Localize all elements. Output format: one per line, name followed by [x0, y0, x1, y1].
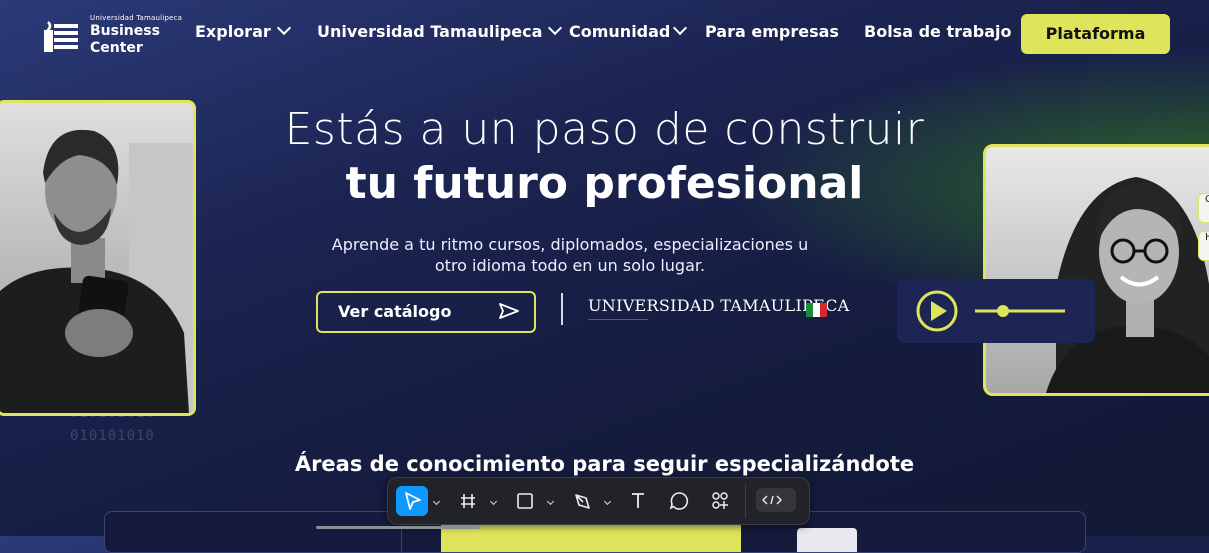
pen-tool[interactable] — [568, 486, 596, 516]
scroll-indicator — [316, 526, 480, 529]
send-icon — [499, 303, 519, 319]
text-tool[interactable] — [624, 486, 652, 516]
top-navigation: Universidad Tamaulipeca Business Center … — [0, 0, 1209, 66]
chevron-down-icon[interactable] — [603, 497, 612, 506]
hero-subtitle: Aprende a tu ritmo cursos, diplomados, e… — [300, 234, 840, 276]
comment-tool[interactable] — [665, 486, 693, 516]
cursor-icon — [405, 492, 421, 510]
university-name: UNIVERSIDAD TAMAULIPECA — [588, 296, 850, 315]
mexico-flag-icon — [806, 303, 827, 317]
rectangle-icon — [517, 493, 533, 509]
video-player-widget[interactable] — [897, 279, 1095, 343]
vertical-divider — [561, 293, 563, 325]
area-card-thumbnail — [797, 528, 857, 552]
toolbar-divider — [745, 484, 746, 518]
components-tool[interactable] — [706, 486, 734, 516]
chevron-down-icon — [548, 20, 563, 36]
code-icon — [762, 495, 782, 505]
progress-handle — [997, 305, 1009, 317]
pen-icon — [575, 494, 590, 509]
university-logo-icon — [44, 21, 78, 52]
chevron-down-icon — [673, 20, 688, 36]
nav-bolsa-de-trabajo[interactable]: Bolsa de trabajo — [864, 22, 1012, 41]
nav-para-empresas-label: Para empresas — [705, 22, 839, 41]
university-tagline: ───────────────────────── — [588, 317, 649, 322]
nav-comunidad[interactable]: Comunidad — [569, 20, 688, 41]
hero-subtitle-line-2: otro idioma todo en un solo lugar. — [434, 256, 706, 275]
business-center-logo[interactable]: Universidad Tamaulipeca Business Center — [42, 14, 182, 58]
ver-catalogo-label: Ver catálogo — [338, 302, 452, 321]
components-icon — [712, 492, 728, 509]
play-icon — [931, 301, 947, 321]
nav-comunidad-label: Comunidad — [569, 22, 671, 41]
chevron-down-icon[interactable] — [489, 497, 498, 506]
nav-universidad-label: Universidad Tamaulipeca — [317, 22, 543, 41]
logo-small-text: Universidad Tamaulipeca — [90, 14, 183, 22]
logo-name: Business Center — [90, 23, 160, 56]
hero-subtitle-line-1: Aprende a tu ritmo cursos, diplomados, e… — [331, 235, 809, 254]
nav-explorar[interactable]: Explorar — [195, 20, 291, 41]
hero-title-line-1: Estás a un paso de construir — [284, 104, 925, 155]
frame-tool[interactable] — [454, 486, 482, 516]
area-card[interactable] — [105, 512, 402, 552]
hero-title-line-2: tu futuro profesional — [345, 158, 864, 209]
nav-bolsa-label: Bolsa de trabajo — [864, 22, 1012, 41]
comment-icon — [669, 492, 689, 510]
text-icon — [632, 493, 644, 508]
nav-para-empresas[interactable]: Para empresas — [705, 22, 839, 41]
chevron-down-icon[interactable] — [546, 497, 555, 506]
dev-mode-toggle[interactable] — [756, 488, 796, 512]
nav-explorar-label: Explorar — [195, 22, 271, 41]
frame-icon — [461, 494, 475, 508]
plataforma-button[interactable]: Plataforma — [1021, 14, 1170, 54]
nav-universidad[interactable]: Universidad Tamaulipeca — [317, 20, 563, 41]
rectangle-tool[interactable] — [511, 486, 539, 516]
universidad-tamaulipeca-logo: UNIVERSIDAD TAMAULIPECA ────────────────… — [588, 296, 850, 332]
ver-catalogo-button[interactable]: Ver catálogo — [316, 291, 536, 333]
design-toolbar — [387, 477, 810, 525]
areas-heading: Áreas de conocimiento para seguir especi… — [294, 452, 915, 476]
side-chip-bottom: H — [1198, 231, 1209, 261]
chevron-down-icon — [276, 20, 291, 36]
chevron-down-icon[interactable] — [432, 497, 441, 506]
move-tool[interactable] — [396, 486, 428, 516]
